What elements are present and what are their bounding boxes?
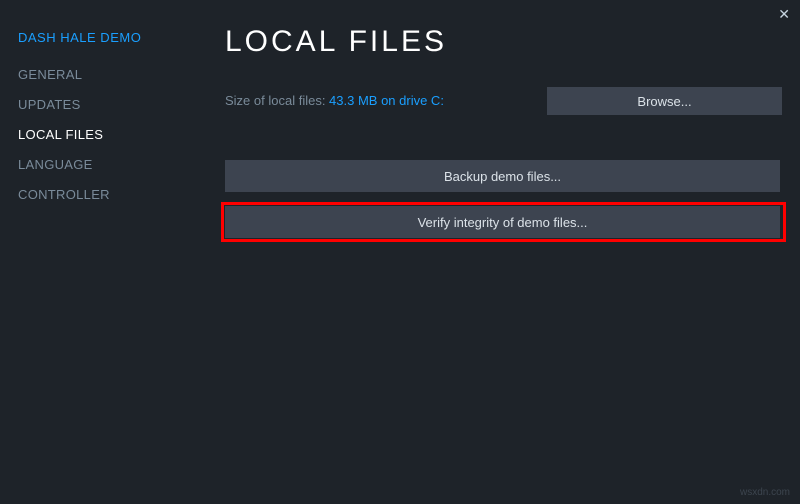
size-info: Size of local files: 43.3 MB on drive C: [225, 92, 444, 110]
product-name: DASH HALE DEMO [18, 30, 200, 45]
watermark: wsxdn.com [740, 487, 790, 498]
size-row: Size of local files: 43.3 MB on drive C:… [225, 87, 782, 115]
sidebar-item-controller[interactable]: CONTROLLER [18, 187, 200, 202]
sidebar-item-general[interactable]: GENERAL [18, 67, 200, 82]
sidebar-item-language[interactable]: LANGUAGE [18, 157, 200, 172]
verify-highlight: Verify integrity of demo files... [225, 206, 782, 238]
page-title: LOCAL FILES [225, 25, 782, 59]
verify-button[interactable]: Verify integrity of demo files... [225, 206, 780, 238]
main-panel: LOCAL FILES Size of local files: 43.3 MB… [225, 0, 800, 504]
browse-button[interactable]: Browse... [547, 87, 782, 115]
sidebar-item-local-files[interactable]: LOCAL FILES [18, 127, 200, 142]
backup-button[interactable]: Backup demo files... [225, 160, 780, 192]
size-label: Size of local files: [225, 93, 329, 108]
sidebar-item-updates[interactable]: UPDATES [18, 97, 200, 112]
sidebar: DASH HALE DEMO GENERAL UPDATES LOCAL FIL… [0, 0, 200, 504]
size-value: 43.3 MB on drive C: [329, 93, 444, 108]
